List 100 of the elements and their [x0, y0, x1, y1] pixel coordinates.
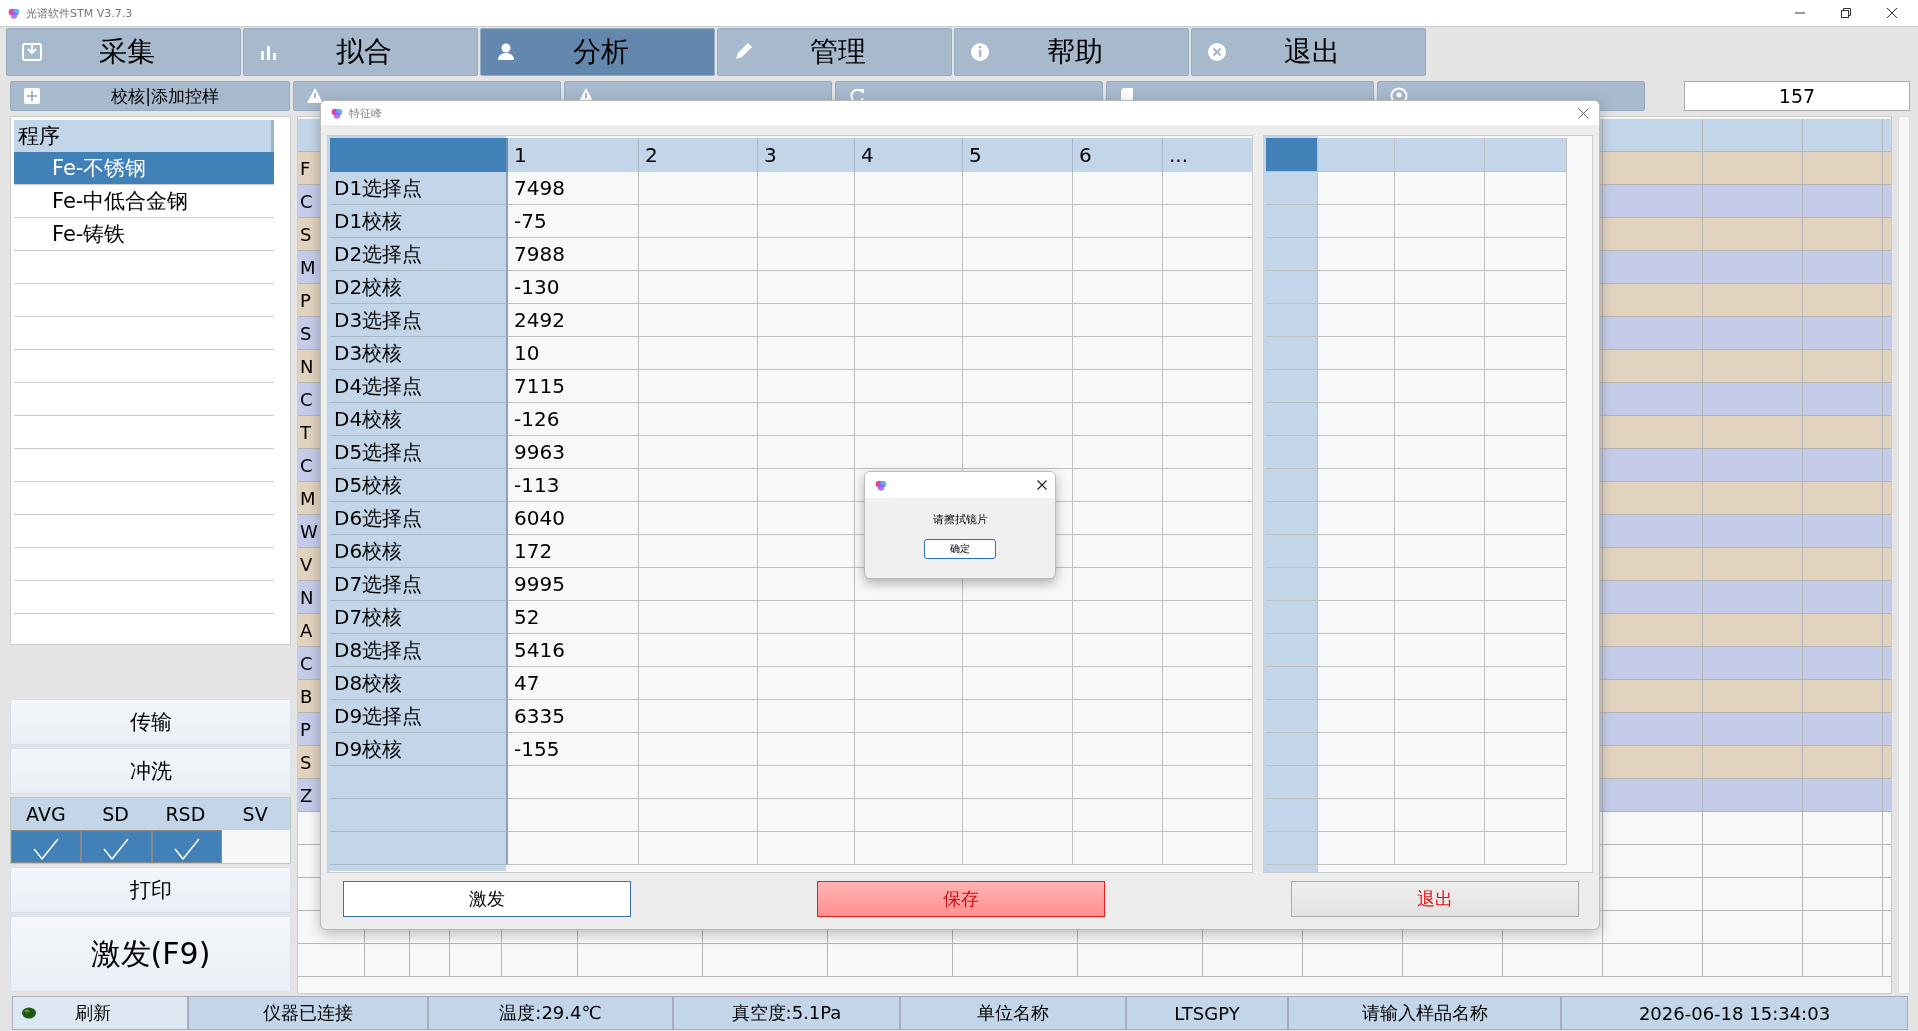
checkbox[interactable]	[151, 830, 222, 863]
empty-cell	[1266, 304, 1318, 337]
column-header: SD	[101, 802, 130, 827]
element-label: P	[300, 718, 311, 740]
row-header: D2选择点	[330, 238, 508, 271]
status-field: 请输入样品名称	[1288, 996, 1561, 1030]
empty-cell	[1266, 469, 1318, 502]
element-label: B	[300, 685, 313, 707]
program-item[interactable]: Fe-不锈钢	[14, 152, 274, 185]
element-label: Z	[300, 784, 313, 806]
element-label: C	[300, 652, 313, 674]
element-label: M	[300, 256, 316, 278]
checkmark-icon	[173, 838, 200, 860]
table-cell: 6040	[508, 502, 639, 535]
empty-cell	[1266, 601, 1318, 634]
row-header: D6校核	[330, 535, 508, 568]
element-label: P	[300, 289, 311, 311]
checkmark-icon	[33, 838, 60, 860]
app-logo-icon	[8, 7, 20, 19]
column-header: AVG	[25, 802, 67, 827]
table-cell: -126	[508, 403, 639, 436]
empty-cell	[1266, 238, 1318, 271]
element-label: M	[300, 487, 316, 509]
restore-icon	[1840, 7, 1852, 19]
column-header: 程序	[14, 120, 274, 152]
column-header: 2	[639, 138, 758, 172]
corner-cell	[1266, 138, 1318, 172]
column-header: 5	[963, 138, 1073, 172]
status-light-icon	[21, 1007, 37, 1019]
column-header: ...	[1163, 138, 1252, 172]
row-header: D1选择点	[330, 172, 508, 205]
empty-cell	[1266, 634, 1318, 667]
table-cell: 172	[508, 535, 639, 568]
toolbar-button[interactable]: 校核|添加控样	[10, 81, 290, 111]
refresh-button[interactable]: 刷新	[12, 996, 188, 1030]
table-cell: -130	[508, 271, 639, 304]
status-field: 温度:29.4℃	[428, 996, 673, 1030]
close-icon	[1578, 107, 1589, 119]
fire-button[interactable]: 激发	[343, 881, 631, 917]
empty-cell	[1266, 403, 1318, 436]
action-button[interactable]: 冲洗	[10, 748, 291, 794]
action-button[interactable]: 打印	[10, 867, 291, 913]
row-header: D5选择点	[330, 436, 508, 469]
main-tab[interactable]: 帮助	[954, 28, 1189, 76]
table-cell: 52	[508, 601, 639, 634]
program-item[interactable]: Fe-中低合金钢	[14, 185, 274, 218]
table-cell: 7988	[508, 238, 639, 271]
program-item[interactable]: Fe-铸铁	[14, 218, 274, 251]
row-header: D7选择点	[330, 568, 508, 601]
status-field: LTSGPY	[1126, 996, 1288, 1030]
empty-cell	[1266, 832, 1318, 865]
element-label: T	[300, 421, 311, 443]
element-label: V	[300, 553, 313, 575]
row-header: D9校核	[330, 733, 508, 766]
element-label: S	[300, 223, 312, 245]
checkbox[interactable]	[81, 830, 152, 863]
empty-cell	[1266, 700, 1318, 733]
empty-cell	[1266, 370, 1318, 403]
element-label: C	[300, 454, 313, 476]
row-header: D8校核	[330, 667, 508, 700]
empty-cell	[1266, 667, 1318, 700]
status-field: 仪器已连接	[188, 996, 428, 1030]
element-label: F	[300, 157, 311, 179]
action-button[interactable]: 激发(F9)	[10, 916, 291, 992]
ok-button[interactable]: 确定	[924, 539, 996, 559]
main-tab[interactable]: 采集	[6, 28, 241, 76]
action-button[interactable]: 传输	[10, 699, 291, 745]
row-header: D2校核	[330, 271, 508, 304]
table-cell: 9963	[508, 436, 639, 469]
checkmark-icon	[103, 838, 130, 860]
element-label: S	[300, 751, 312, 773]
element-label: N	[300, 586, 314, 608]
window-title: 光谱软件STM V3.7.3	[26, 5, 133, 21]
row-header: D7校核	[330, 601, 508, 634]
status-field: 2026-06-18 15:34:03	[1561, 996, 1908, 1030]
scrollbar[interactable]	[1898, 116, 1910, 994]
status-field: 真空度:5.1Pa	[673, 996, 900, 1030]
element-label: W	[300, 520, 318, 542]
checkbox[interactable]	[221, 830, 290, 863]
element-label: C	[300, 388, 313, 410]
table-cell: 2492	[508, 304, 639, 337]
main-tab[interactable]: 分析	[480, 28, 715, 76]
count-field[interactable]: 157	[1684, 81, 1910, 111]
row-header: D9选择点	[330, 700, 508, 733]
main-tab[interactable]: 拟合	[243, 28, 478, 76]
row-header: D5校核	[330, 469, 508, 502]
checkbox[interactable]	[11, 830, 82, 863]
close-icon	[1886, 7, 1898, 19]
table-cell: -155	[508, 733, 639, 766]
row-header: D1校核	[330, 205, 508, 238]
column-header: 4	[855, 138, 963, 172]
info-icon	[969, 41, 991, 63]
table-cell: 7115	[508, 370, 639, 403]
element-label: S	[300, 322, 312, 344]
row-header: D6选择点	[330, 502, 508, 535]
main-tab[interactable]: 管理	[717, 28, 952, 76]
row-header: D4校核	[330, 403, 508, 436]
empty-cell	[1266, 799, 1318, 832]
main-tab[interactable]: 退出	[1191, 28, 1426, 76]
exit-button[interactable]: 退出	[1291, 881, 1579, 917]
